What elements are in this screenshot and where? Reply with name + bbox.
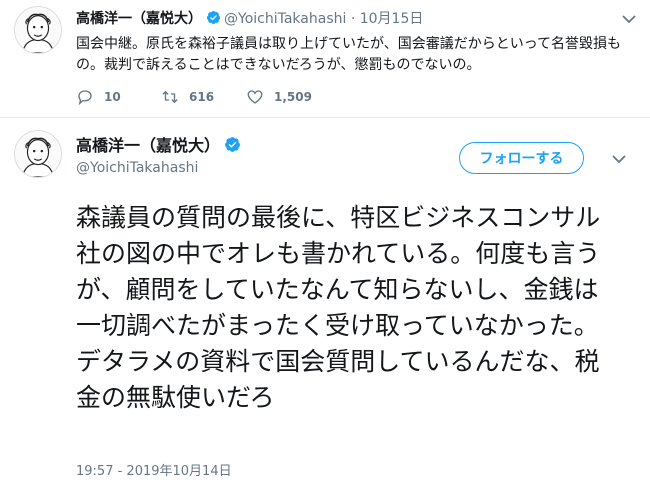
previous-tweet[interactable]: 高橋洋一（嘉悦大） @YoichiTakahashi · 10月15日 国会中継。… [0, 0, 650, 118]
verified-badge-icon [206, 10, 221, 25]
avatar[interactable] [14, 6, 62, 54]
retweet-button[interactable]: 616 [161, 88, 246, 106]
verified-badge-icon [224, 136, 241, 153]
tweet-timestamp[interactable]: 19:57 - 2019年10月14日 [76, 460, 232, 479]
focused-tweet: 高橋洋一（嘉悦大） @YoichiTakahashi フォローする 森議員の質問… [0, 118, 650, 485]
avatar-caricature-icon [15, 7, 61, 53]
tweet-actions: 10 616 1,509 [76, 88, 331, 106]
author-name[interactable]: 高橋洋一（嘉悦大） [76, 136, 220, 155]
reply-button[interactable]: 10 [76, 88, 161, 106]
like-count: 1,509 [274, 90, 312, 104]
avatar[interactable] [14, 130, 62, 178]
like-button[interactable]: 1,509 [246, 88, 331, 106]
retweet-count: 616 [189, 90, 215, 104]
reply-icon [78, 90, 92, 106]
author-handle[interactable]: @YoichiTakahashi [76, 160, 198, 176]
separator-dot: · [350, 11, 356, 27]
author-name-row: 高橋洋一（嘉悦大） [76, 132, 244, 156]
author-handle[interactable]: @YoichiTakahashi [224, 11, 346, 27]
heart-icon [247, 90, 263, 104]
tweet-date[interactable]: 10月15日 [360, 11, 424, 27]
chevron-down-icon[interactable] [622, 14, 636, 24]
chevron-down-icon[interactable] [612, 154, 626, 164]
author-name[interactable]: 高橋洋一（嘉悦大） [76, 11, 202, 27]
retweet-icon [162, 91, 178, 103]
tweet-header: 高橋洋一（嘉悦大） @YoichiTakahashi · 10月15日 [76, 10, 423, 28]
tweet-text: 森議員の質問の最後に、特区ビジネスコンサル社の図の中でオレも書かれている。何度も… [76, 203, 601, 412]
avatar-caricature-icon [15, 131, 61, 177]
reply-count: 10 [104, 90, 121, 104]
follow-button[interactable]: フォローする [459, 142, 584, 174]
tweet-text: 国会中継。原氏を森裕子議員は取り上げていたが、国会審議だからといって名誉毀損もの… [76, 36, 622, 73]
